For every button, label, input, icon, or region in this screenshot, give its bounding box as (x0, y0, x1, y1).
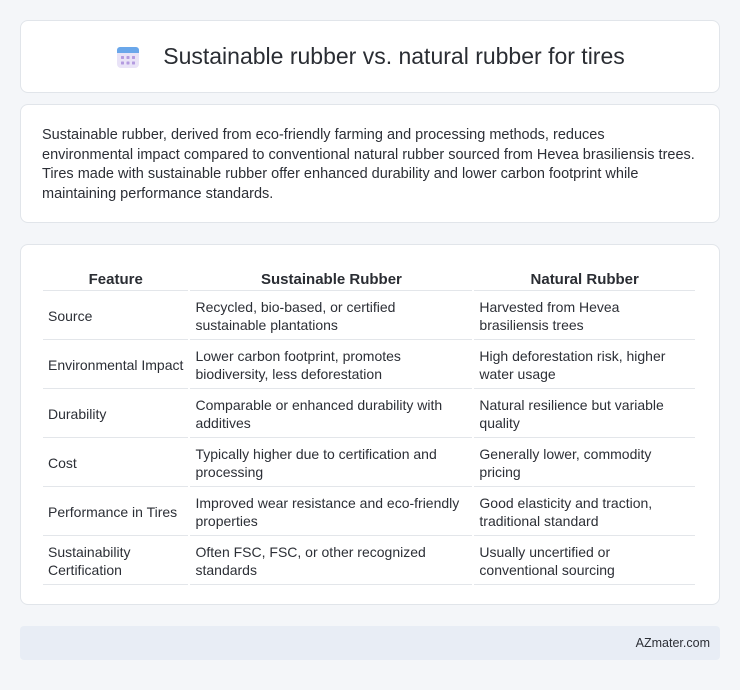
table-row: Environmental Impact Lower carbon footpr… (43, 342, 695, 389)
natural-cell: High deforestation risk, higher water us… (474, 342, 695, 389)
natural-cell: Good elasticity and traction, traditiona… (474, 489, 695, 536)
sustainable-cell: Improved wear resistance and eco-friendl… (190, 489, 473, 536)
feature-cell: Source (43, 293, 189, 340)
table-row: Sustainability Certification Often FSC, … (43, 538, 695, 585)
column-header-feature: Feature (43, 267, 189, 291)
natural-cell: Generally lower, commodity pricing (474, 440, 695, 487)
intro-paragraph: Sustainable rubber, derived from eco-fri… (42, 127, 695, 202)
column-header-natural: Natural Rubber (474, 267, 695, 291)
table-row: Durability Comparable or enhanced durabi… (43, 391, 695, 438)
table-row: Performance in Tires Improved wear resis… (43, 489, 695, 536)
table-row: Cost Typically higher due to certificati… (43, 440, 695, 487)
feature-cell: Sustainability Certification (43, 538, 189, 585)
table-header-row: Feature Sustainable Rubber Natural Rubbe… (43, 267, 695, 291)
natural-cell: Natural resilience but variable quality (474, 391, 695, 438)
natural-cell: Usually uncertified or conventional sour… (474, 538, 695, 585)
sustainable-cell: Often FSC, FSC, or other recognized stan… (190, 538, 473, 585)
header-card: Sustainable rubber vs. natural rubber fo… (20, 20, 720, 93)
sustainable-cell: Recycled, bio-based, or certified sustai… (190, 293, 473, 340)
feature-cell: Cost (43, 440, 189, 487)
natural-cell: Harvested from Hevea brasiliensis trees (474, 293, 695, 340)
feature-cell: Environmental Impact (43, 342, 189, 389)
calendar-icon (115, 44, 141, 70)
intro-card: Sustainable rubber, derived from eco-fri… (20, 104, 720, 223)
footer-brand[interactable]: AZmater.com (636, 636, 710, 650)
title-wrap: Sustainable rubber vs. natural rubber fo… (115, 43, 625, 70)
feature-cell: Performance in Tires (43, 489, 189, 536)
sustainable-cell: Typically higher due to certification an… (190, 440, 473, 487)
feature-cell: Durability (43, 391, 189, 438)
sustainable-cell: Comparable or enhanced durability with a… (190, 391, 473, 438)
page-title: Sustainable rubber vs. natural rubber fo… (163, 43, 625, 69)
table-row: Source Recycled, bio-based, or certified… (43, 293, 695, 340)
comparison-table: Feature Sustainable Rubber Natural Rubbe… (41, 265, 697, 587)
sustainable-cell: Lower carbon footprint, promotes biodive… (190, 342, 473, 389)
footer-bar: AZmater.com (20, 626, 720, 660)
column-header-sustainable: Sustainable Rubber (190, 267, 473, 291)
comparison-table-card: Feature Sustainable Rubber Natural Rubbe… (20, 244, 720, 605)
